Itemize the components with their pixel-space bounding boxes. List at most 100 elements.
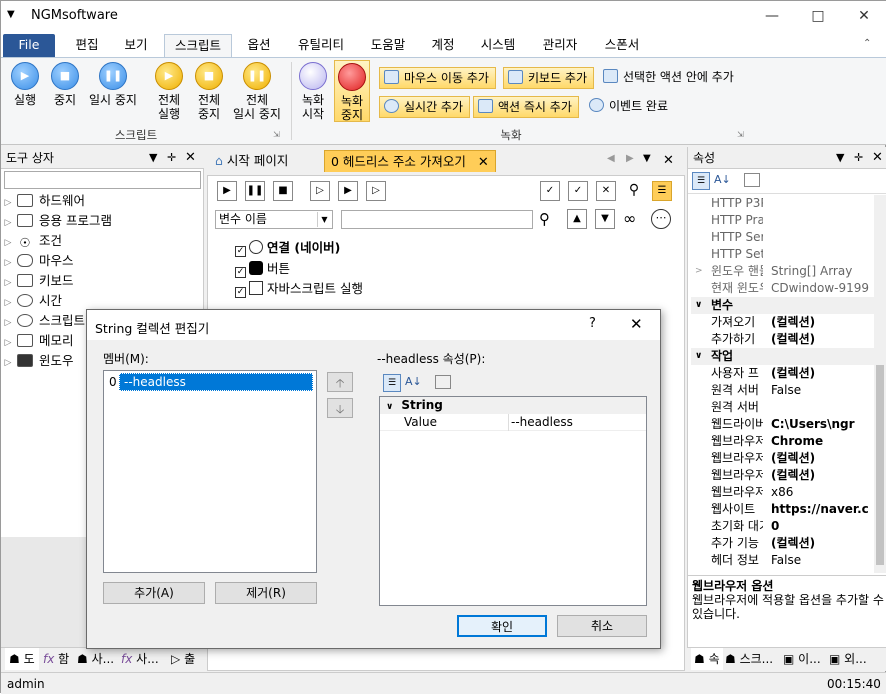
property-row[interactable]: 현재 윈도우CDwindow-9199 [691,280,881,297]
sort-alpha-icon[interactable]: A↓ [714,173,731,186]
property-row[interactable]: 헤더 정보 False [691,552,881,569]
property-row[interactable]: >윈도우 핸들String[] Array [691,263,881,280]
close-icon[interactable]: ✕ [478,155,489,170]
tree-item-condition[interactable]: ▷ ☉ 조건 [1,231,62,251]
doc-step-into-button[interactable]: ▶ [338,181,358,201]
doc-delete-button[interactable]: ✕ [596,181,616,201]
doc-pause-button[interactable]: ❚❚ [245,181,265,201]
tab-edit[interactable]: 편집 [67,34,107,57]
stop-all-button[interactable]: ■ 전체 중지 [189,62,229,121]
members-list[interactable]: 0 --headless [103,370,317,573]
categorized-icon[interactable]: ☰ [383,374,401,392]
property-pages-icon[interactable] [435,375,451,389]
doc-check-all-button[interactable]: ✓ [540,181,560,201]
tab-account[interactable]: 계정 [425,34,461,57]
tab-toolbox[interactable]: ☗ 도 [5,648,39,670]
property-row[interactable]: HTTP Set [691,246,881,263]
close-button[interactable]: ✕ [841,1,886,31]
move-down-button[interactable]: ▼ [595,209,615,229]
action-item-javascript[interactable]: ✓ 자바스크립트 실행 [235,278,363,298]
run-all-button[interactable]: ▶ 전체 실행 [149,62,189,121]
tab-output[interactable]: ▷ 출 [171,648,195,670]
variable-select[interactable]: 변수 이름 ▼ [215,210,333,229]
help-button[interactable]: ? [589,316,596,331]
tab-headless-address[interactable]: 0 헤드리스 주소 가져오기 ✕ [324,150,496,172]
cancel-button[interactable]: 취소 [557,615,647,637]
tab-external[interactable]: ▣ 외... [829,648,867,670]
tab-system[interactable]: 시스템 [475,34,521,57]
stop-button[interactable]: ■ 중지 [47,62,83,107]
add-mouse-move-button[interactable]: 마우스 이동 추가 [379,67,496,89]
ok-button[interactable]: 확인 [457,615,547,637]
tree-item-script[interactable]: ▷ 스크립트 [1,311,85,331]
property-row[interactable]: HTTP Ser [691,229,881,246]
maximize-button[interactable]: □ [795,1,841,31]
tree-item-time[interactable]: ▷ 시간 [1,291,62,311]
pause-button[interactable]: ❚❚ 일시 중지 [85,62,141,107]
add-keyboard-button[interactable]: 키보드 추가 [503,67,595,89]
dropdown-icon[interactable]: ▼ [149,147,157,169]
close-icon[interactable]: ✕ [663,153,674,168]
property-row[interactable]: Value --headless [380,414,646,431]
tab-admin[interactable]: 관리자 [537,34,583,57]
group-launcher-icon[interactable]: ⇲ [737,130,744,139]
tab-scripts[interactable]: ☗ 스크... [725,648,773,670]
record-start-button[interactable]: 녹화 시작 [295,62,331,121]
tab-scroll-right-icon[interactable]: ▶ [626,153,634,164]
property-row[interactable]: HTTP P3P [691,195,881,212]
tab-properties[interactable]: ☗ 속 [691,648,723,670]
dialog-close-button[interactable]: ✕ [630,315,643,333]
link-icon[interactable]: ∞ [623,209,636,228]
category-row[interactable]: ∨ String [380,397,646,414]
group-launcher-icon[interactable]: ⇲ [273,130,280,139]
close-icon[interactable]: ✕ [872,147,883,169]
collapse-icon[interactable]: ∨ [386,402,393,412]
collapse-icon[interactable]: ∨ [695,297,702,314]
property-row[interactable]: 추가 기능 (컬렉션) [691,535,881,552]
tree-item-application[interactable]: ▷ 응용 프로그램 [1,211,112,231]
remove-button[interactable]: 제거(R) [215,582,317,604]
event-complete-button[interactable]: 이벤트 완료 [585,96,674,118]
toolbox-search-input[interactable] [4,171,201,189]
tree-item-mouse[interactable]: ▷ 마우스 [1,251,74,271]
property-row[interactable]: HTTP Pra [691,212,881,229]
tab-functions[interactable]: fx 함 [43,648,69,670]
ribbon-collapse-icon[interactable]: ⌃ [863,38,871,49]
tree-item-keyboard[interactable]: ▷ 키보드 [1,271,74,291]
add-in-selected-action-button[interactable]: 선택한 액션 안에 추가 [599,67,740,89]
doc-step-over-button[interactable]: ▷ [366,181,386,201]
action-item-connect[interactable]: ✓ 연결 (네이버) [235,237,340,257]
tree-item-memory[interactable]: ▷ 메모리 [1,331,74,351]
tab-sponsor[interactable]: 스폰서 [599,34,645,57]
dropdown-icon[interactable]: ▼ [836,147,844,169]
property-row[interactable]: 사용자 프 (컬렉션) [691,365,881,382]
categorized-icon[interactable]: ☰ [692,172,710,190]
tab-script[interactable]: 스크립트 [164,34,232,57]
collapse-icon[interactable]: ∨ [695,348,702,365]
move-up-button[interactable]: ▲ [567,209,587,229]
property-row[interactable]: 웹브라우저 (컬렉션) [691,467,881,484]
list-item[interactable]: 0 --headless [107,373,315,391]
sort-alpha-icon[interactable]: A↓ [405,375,422,388]
checkbox-icon[interactable]: ✓ [235,267,246,278]
tab-help[interactable]: 도움말 [365,34,411,57]
doc-stop-button[interactable]: ■ [273,181,293,201]
tab-start-page[interactable]: ⌂ 시작 페이지 [209,150,294,172]
tab-utility[interactable]: 유틸리티 [291,34,351,57]
tree-item-window[interactable]: ▷ 윈도우 [1,351,74,371]
add-realtime-button[interactable]: 실시간 추가 [379,96,471,118]
pin-icon[interactable]: ✛ [167,147,176,169]
doc-check-button[interactable]: ✓ [568,181,588,201]
property-row[interactable]: 웹드라이버 C:\Users\ngr [691,416,881,433]
close-icon[interactable]: ✕ [185,147,196,169]
property-row[interactable]: 원격 서버 [691,399,881,416]
dropdown-icon[interactable]: ▼ [643,153,651,164]
property-row[interactable]: 초기화 대기0 [691,518,881,535]
doc-tree-button[interactable]: ☰ [652,181,672,201]
property-pages-icon[interactable] [744,173,760,187]
checkbox-icon[interactable]: ✓ [235,246,246,257]
minimize-button[interactable]: — [749,1,795,31]
tab-view[interactable]: 보기 [116,34,156,57]
record-stop-button[interactable]: 녹화 중지 [334,60,370,122]
pause-all-button[interactable]: ❚❚ 전체 일시 중지 [229,62,285,121]
